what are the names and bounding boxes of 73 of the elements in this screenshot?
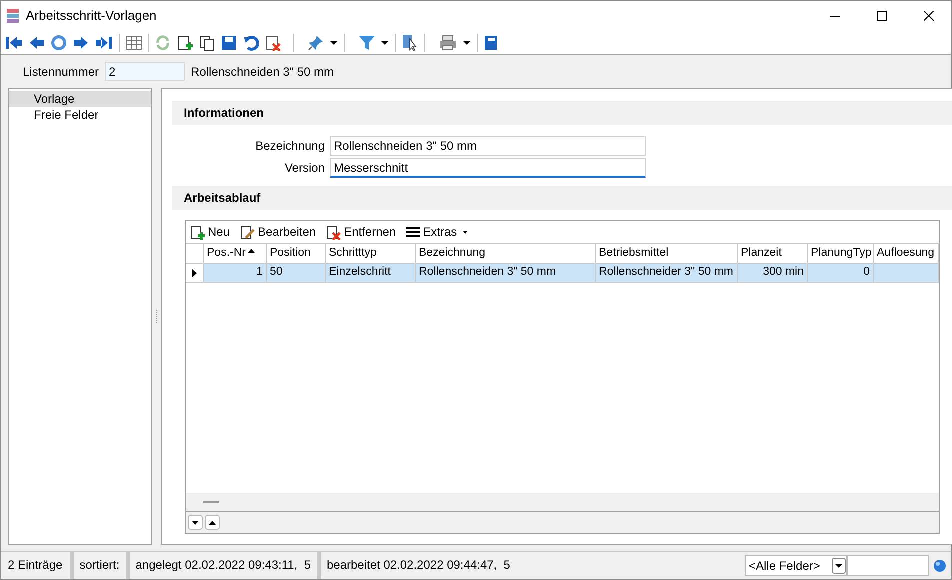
search-field[interactable] — [847, 555, 929, 576]
column-header[interactable]: Bezeichnung — [416, 244, 596, 263]
table-cell: Rollenschneiden 3" 50 mm — [416, 264, 596, 282]
status-edited: bearbeitet 02.02.2022 09:44:47, 5 — [326, 557, 512, 574]
column-header[interactable]: Pos.-Nr — [204, 244, 267, 263]
table-cell: Rollenschneider 3" 50 mm — [596, 264, 738, 282]
status-sort: sortiert: — [74, 552, 130, 579]
column-header[interactable]: Position — [267, 244, 326, 263]
book-icon[interactable] — [484, 34, 498, 50]
filter-icon[interactable] — [359, 34, 375, 50]
menu-button[interactable]: Extras — [406, 223, 468, 241]
forward-arrow-icon[interactable] — [73, 34, 89, 50]
column-header[interactable]: Aufloesung — [874, 244, 939, 263]
table-cell: 300 min — [738, 264, 808, 282]
template-name: Rollenschneiden 3" 50 mm — [191, 64, 334, 80]
save-icon[interactable] — [221, 34, 237, 50]
globe-icon[interactable] — [933, 558, 947, 572]
last-record-icon[interactable] — [95, 34, 113, 50]
sidebar-item[interactable]: Freie Felder — [9, 107, 151, 123]
toolbar-button[interactable]: Entfernen — [326, 223, 396, 241]
caret-icon[interactable] — [381, 40, 389, 44]
pointer-document-icon[interactable] — [402, 34, 418, 52]
toolbar-button[interactable]: Neu — [190, 223, 230, 241]
delete-document-icon — [326, 224, 342, 240]
table-cell: 50 — [267, 264, 326, 282]
move-down-button[interactable] — [188, 515, 203, 530]
table-row[interactable]: 1 50 Einzelschritt Rollenschneiden 3" 50 mm Rollenschneider 3" 50 mm 300 min 0 — [186, 263, 939, 283]
window-title: Arbeitsschritt-Vorlagen — [26, 7, 157, 26]
table-cell: 0 — [808, 264, 874, 282]
back-arrow-icon[interactable] — [29, 34, 45, 50]
up-triangle-icon — [209, 520, 216, 524]
table-cell: 1 — [204, 264, 267, 282]
caret-icon[interactable] — [463, 40, 471, 44]
edit-document-icon — [240, 224, 256, 240]
status-count: 2 Einträge — [1, 552, 74, 579]
text-field[interactable]: Rollenschneiden 3" 50 mm — [330, 136, 646, 156]
table-cell: Einzelschritt — [326, 264, 416, 282]
column-header[interactable]: Planzeit — [738, 244, 808, 263]
maximize-icon[interactable] — [877, 11, 887, 21]
down-triangle-icon — [192, 520, 199, 524]
print-icon[interactable] — [439, 34, 457, 50]
table-cell — [874, 264, 939, 282]
column-header[interactable]: PlanungTyp — [808, 244, 874, 263]
field-label: Version — [284, 160, 326, 177]
scrollbar-thumb-icon[interactable] — [203, 501, 219, 503]
move-up-button[interactable] — [205, 515, 220, 530]
sidebar-item[interactable]: Vorlage — [9, 91, 151, 107]
sort-arrow-icon — [248, 249, 255, 253]
new-document-icon[interactable] — [177, 34, 193, 50]
field-label: Bezeichnung — [254, 138, 326, 155]
column-header[interactable]: Betriebsmittel — [596, 244, 738, 263]
text-field[interactable]: Messerschnitt — [330, 158, 646, 178]
menu-icon — [406, 226, 420, 238]
table-icon[interactable] — [126, 34, 142, 50]
toolbar-button[interactable]: Bearbeiten — [240, 223, 316, 241]
section-header: Informationen — [172, 101, 952, 125]
new-document-icon — [190, 224, 205, 240]
delete-document-icon[interactable] — [265, 34, 281, 50]
column-header[interactable]: Schritttyp — [326, 244, 416, 263]
field-label: Listennummer — [23, 64, 100, 80]
close-icon[interactable] — [924, 11, 934, 21]
current-row-icon — [192, 268, 197, 278]
undo-icon[interactable] — [243, 34, 259, 50]
section-header: Arbeitsablauf — [172, 186, 952, 210]
status-created: angelegt 02.02.2022 09:43:11, 5 — [130, 552, 321, 579]
first-record-icon[interactable] — [5, 34, 23, 50]
pushpin-icon[interactable] — [308, 34, 324, 50]
caret-icon[interactable] — [330, 40, 338, 44]
caret-icon — [463, 230, 468, 234]
list-number-field[interactable]: 2 — [105, 62, 186, 81]
copy-icon[interactable] — [199, 34, 215, 50]
app-icon — [7, 9, 19, 23]
field-dropdown[interactable]: <Alle Felder> — [745, 555, 847, 576]
